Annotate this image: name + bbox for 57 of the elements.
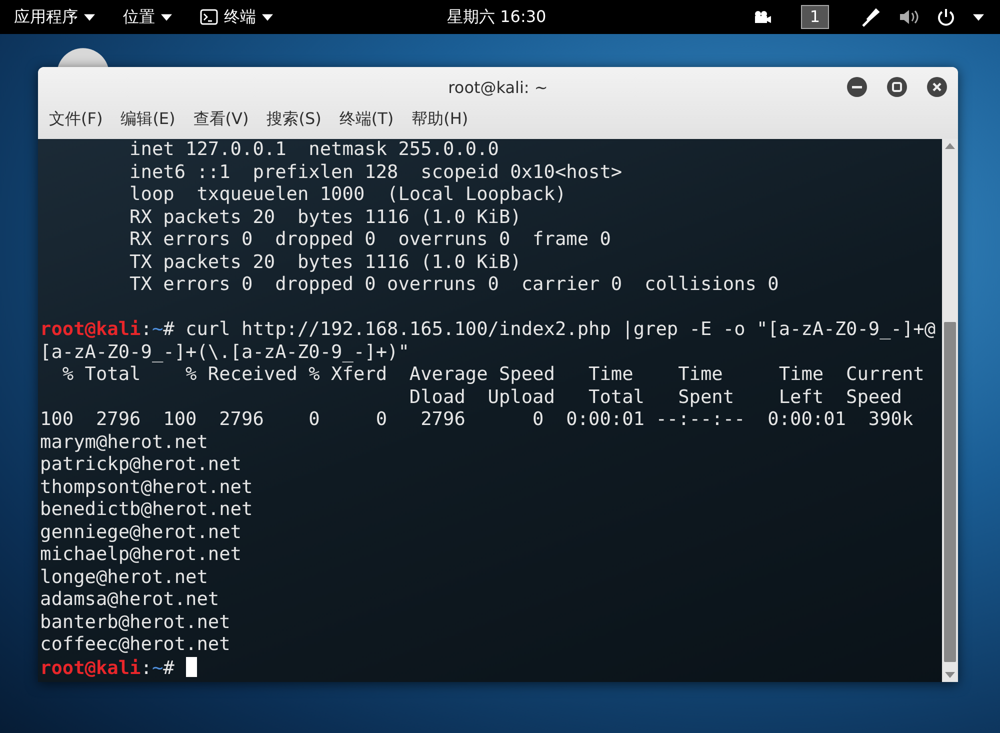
maximize-icon[interactable]: [887, 77, 907, 97]
pen-icon[interactable]: [861, 7, 881, 27]
command-text: #: [163, 658, 176, 678]
power-icon[interactable]: [937, 8, 955, 26]
top-bar-menu[interactable]: 应用程序: [10, 6, 99, 28]
output-line: Dload Upload Total Spent Left Speed: [408, 386, 903, 409]
output-line: adamsa@herot.net: [40, 589, 220, 612]
output-line: TX errors 0 dropped 0 overruns 0 carrier 0 collisions 0: [128, 274, 780, 296]
prompt-user: root@kali: [40, 319, 141, 340]
output-line: genniege@herot.net: [40, 522, 242, 544]
output-line: thompsont@herot.net: [40, 476, 254, 499]
window-title: root@kali: ~: [448, 78, 548, 96]
caret-icon: [84, 14, 95, 20]
scroll-down-icon[interactable]: [945, 672, 955, 678]
output-line: 100 2796 100 2796 0 0 2796 0 0:00:01 --:--:-- 0:00:01 390k: [40, 409, 914, 432]
scrollbar-thumb[interactable]: [944, 322, 956, 662]
output-line: longe@herot.net: [40, 566, 209, 589]
camera-icon[interactable]: [752, 10, 771, 24]
output-line: benedictb@herot.net: [40, 499, 254, 522]
output-line: % Total % Received % Xferd Average Speed Time Time Time Current: [61, 364, 926, 386]
output-line: TX packets 20 bytes 1116 (1.0 KiB): [128, 252, 522, 274]
menu-item[interactable]: 文件(F): [43, 107, 109, 132]
caret-icon: [161, 14, 172, 20]
output-line: marym@herot.net: [40, 432, 209, 454]
terminal-icon: [200, 9, 218, 25]
menu-item[interactable]: 帮助(H): [406, 107, 474, 132]
scrollbar[interactable]: [942, 139, 958, 682]
prompt-path: ~: [152, 319, 164, 340]
top-bar-menu[interactable]: 位置: [119, 6, 176, 28]
close-icon[interactable]: [927, 77, 947, 97]
menu-item[interactable]: 搜索(S): [260, 107, 328, 132]
workspace-indicator[interactable]: 1: [800, 5, 829, 29]
output-line: RX errors 0 dropped 0 overruns 0 frame 0: [128, 229, 612, 252]
output-line: [a-zA-Z0-9_-]+(\.[a-zA-Z0-9_-]+)": [40, 342, 410, 364]
output-line: inet6 ::1 prefixlen 128 scopeid 0x10<host>: [128, 162, 624, 184]
prompt-separator: :: [140, 319, 152, 340]
menu-item[interactable]: 编辑(E): [114, 107, 182, 132]
menu-item[interactable]: 查看(V): [187, 107, 255, 132]
caret-icon: [262, 14, 273, 20]
command-text: # curl http://192.168.165.100/index2.php |grep -E -o "[a-zA-Z0-9_-]+@: [163, 319, 936, 340]
scroll-up-icon[interactable]: [945, 143, 955, 149]
output-line: inet 127.0.0.1 netmask 255.0.0.0: [128, 139, 500, 162]
output-line: coffeec@herot.net: [40, 634, 232, 656]
output-line: RX packets 20 bytes 1116 (1.0 KiB): [128, 206, 522, 229]
menu-item[interactable]: 终端(T): [333, 107, 400, 132]
output-line: michaelp@herot.net: [40, 544, 242, 566]
top-bar-menu[interactable]: 终端: [196, 6, 277, 28]
prompt-user: root@kali: [40, 658, 141, 678]
prompt-separator: :: [140, 658, 152, 678]
output-line: loop txqueuelen 1000 (Local Loopback): [128, 184, 568, 206]
caret-icon[interactable]: [973, 14, 984, 20]
minimize-icon[interactable]: [847, 77, 867, 97]
output-line: patrickp@herot.net: [40, 454, 242, 476]
volume-icon[interactable]: [899, 9, 919, 25]
prompt-path: ~: [152, 658, 164, 678]
output-line: banterb@herot.net: [40, 612, 232, 634]
clock[interactable]: 星期六 16:30: [447, 6, 546, 28]
